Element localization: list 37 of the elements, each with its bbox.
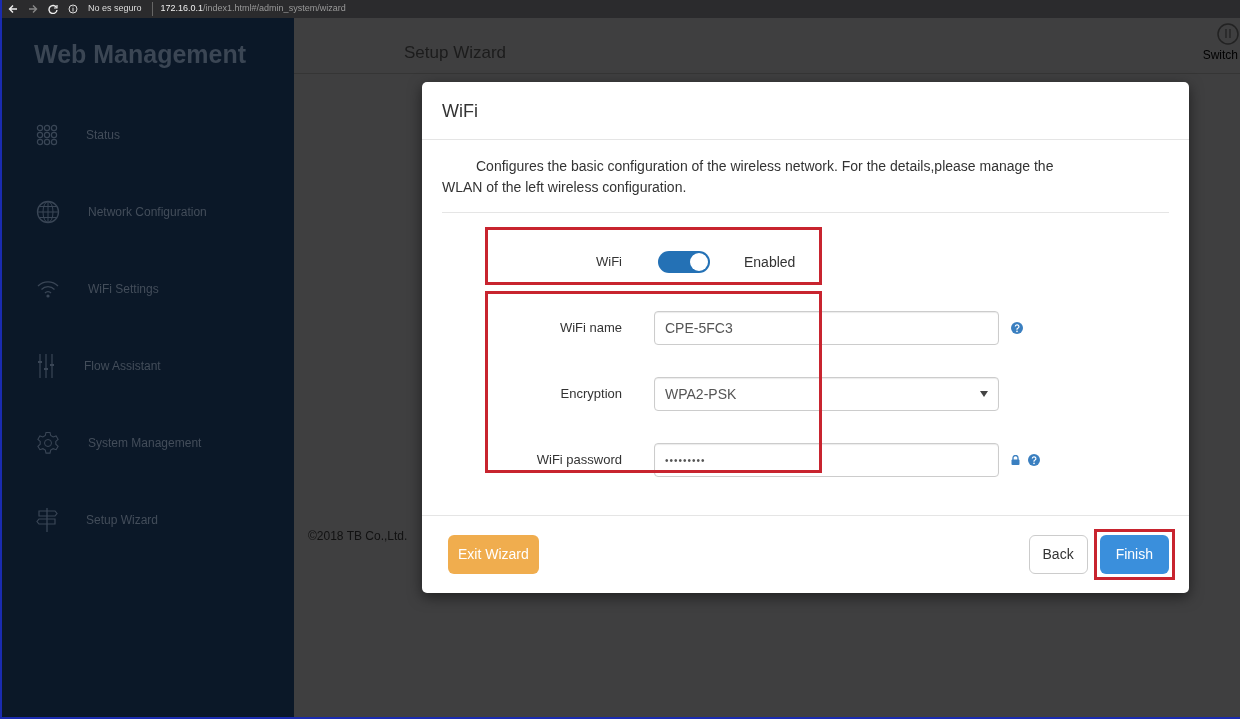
sliders-icon	[36, 352, 56, 379]
caret-icon	[980, 391, 988, 397]
toggle-status: Enabled	[744, 252, 796, 272]
help-icon[interactable]	[1011, 322, 1023, 334]
info-icon[interactable]	[68, 4, 78, 14]
field-label: Encryption	[559, 385, 622, 404]
sidebar-item[interactable]: WiFi Settings	[2, 250, 294, 327]
select-field[interactable]: WPA2-PSK	[654, 377, 999, 411]
dialog-button[interactable]: Back	[1028, 535, 1088, 574]
signpost-icon	[36, 506, 58, 533]
back-arrow-icon[interactable]	[8, 4, 18, 14]
address-bar[interactable]: 172.16.0.1/index1.html#/admin_system/wizard	[151, 2, 346, 16]
toggle-switch[interactable]	[658, 251, 710, 273]
field-label: WiFi password	[535, 451, 622, 470]
forward-arrow-icon[interactable]	[28, 4, 38, 14]
dialog-button[interactable]: Exit Wizard	[448, 535, 539, 574]
sidebar-item[interactable]: Setup Wizard	[2, 481, 294, 558]
description-text: Configures the basic configuration of the wireless network. For the details,please manage the WLAN of the left wireless configuration.	[442, 157, 1055, 197]
security-label[interactable]: No es seguro	[88, 2, 142, 16]
field-label: WiFi name	[558, 319, 622, 338]
sidebar-item[interactable]: System Management	[2, 404, 294, 481]
password-field[interactable]: •••••••••	[654, 443, 999, 477]
dialog-title: WiFi	[422, 82, 1189, 140]
wifi-label: WiFi	[595, 253, 622, 272]
sidebar-item[interactable]: Status	[2, 96, 294, 173]
switch-label[interactable]: Switch	[1202, 46, 1238, 64]
input-field[interactable]: CPE-5FC3	[654, 311, 999, 345]
sidebar-item[interactable]: Network Configuration	[2, 173, 294, 250]
wifi-icon	[36, 278, 60, 299]
dialog-button[interactable]: Finish	[1099, 535, 1169, 574]
globe-icon	[36, 199, 60, 224]
lock-icon[interactable]	[1011, 455, 1020, 465]
reload-icon[interactable]	[48, 4, 58, 14]
dot-grid-icon	[36, 123, 58, 146]
help-icon[interactable]	[1028, 454, 1040, 466]
gear-icon	[36, 430, 60, 455]
sidebar-item[interactable]: Flow Assistant	[2, 327, 294, 404]
